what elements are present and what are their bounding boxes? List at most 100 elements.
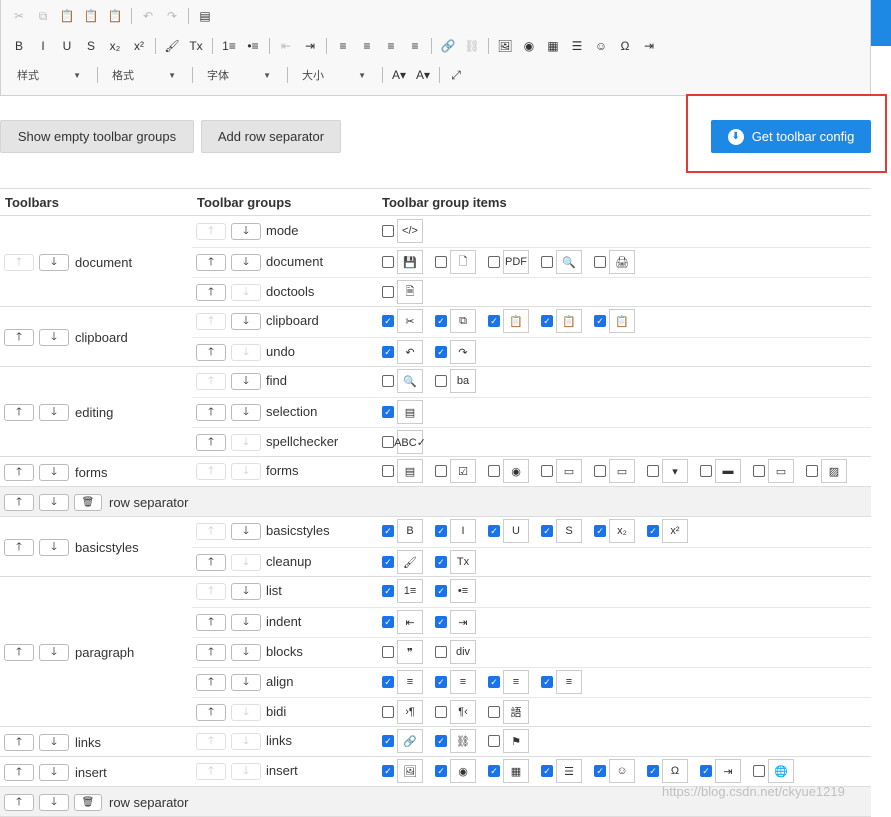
item-checkbox[interactable] [382, 646, 394, 658]
item-checkbox[interactable]: ✓ [382, 346, 394, 358]
item-checkbox[interactable]: ✓ [435, 616, 447, 628]
image-button[interactable]: 🖼 [493, 35, 517, 57]
item-checkbox[interactable] [435, 646, 447, 658]
item-checkbox[interactable] [488, 465, 500, 477]
item-checkbox[interactable] [488, 735, 500, 747]
item-checkbox[interactable]: ✓ [382, 585, 394, 597]
combo-0[interactable]: 样式 ▼ [7, 64, 87, 86]
item-checkbox[interactable]: ✓ [594, 315, 606, 327]
item-checkbox[interactable]: ✓ [435, 735, 447, 747]
move-up-button[interactable]: 🡑 [196, 254, 226, 271]
bulleted-list-button[interactable]: •≡ [241, 35, 265, 57]
move-down-button[interactable]: 🡓 [231, 223, 261, 240]
flash-button[interactable]: ◉ [517, 35, 541, 57]
item-checkbox[interactable]: ✓ [435, 676, 447, 688]
bold-button[interactable]: B [7, 35, 31, 57]
remove-format-button[interactable]: Tx [184, 35, 208, 57]
move-down-button[interactable]: 🡓 [231, 644, 261, 661]
item-checkbox[interactable]: ✓ [488, 525, 500, 537]
move-up-button[interactable]: 🡑 [196, 404, 226, 421]
item-checkbox[interactable] [594, 256, 606, 268]
paste-text-button[interactable]: 📋 [79, 5, 103, 27]
strike-button[interactable]: S [79, 35, 103, 57]
item-checkbox[interactable] [382, 465, 394, 477]
justify-button[interactable]: ≡ [403, 35, 427, 57]
move-down-button[interactable]: 🡓 [39, 403, 69, 421]
item-checkbox[interactable]: ✓ [435, 346, 447, 358]
delete-icon[interactable]: 🗑 [74, 793, 102, 811]
item-checkbox[interactable]: ✓ [488, 765, 500, 777]
move-up-button[interactable]: 🡑 [196, 674, 226, 691]
item-checkbox[interactable] [488, 706, 500, 718]
superscript-button[interactable]: x² [127, 35, 151, 57]
move-up-button[interactable]: 🡑 [196, 614, 226, 631]
move-up-button[interactable]: 🡑 [4, 403, 34, 421]
move-down-button[interactable]: 🡓 [231, 404, 261, 421]
item-checkbox[interactable]: ✓ [541, 315, 553, 327]
cut-button[interactable]: ✂ [7, 5, 31, 27]
numbered-list-button[interactable]: 1≡ [217, 35, 241, 57]
item-checkbox[interactable] [435, 256, 447, 268]
item-checkbox[interactable]: ✓ [541, 525, 553, 537]
item-checkbox[interactable] [382, 375, 394, 387]
move-up-button[interactable]: 🡑 [196, 704, 226, 721]
move-down-button[interactable]: 🡓 [231, 614, 261, 631]
move-up-button[interactable]: 🡑 [4, 643, 34, 661]
item-checkbox[interactable] [647, 465, 659, 477]
item-checkbox[interactable] [806, 465, 818, 477]
move-down-button[interactable]: 🡓 [39, 538, 69, 556]
underline-button[interactable]: U [55, 35, 79, 57]
paste-button[interactable]: 📋 [55, 5, 79, 27]
indent-button[interactable]: ⇥ [298, 35, 322, 57]
select-all-button[interactable]: ▤ [193, 5, 217, 27]
item-checkbox[interactable] [700, 465, 712, 477]
text-color-button[interactable]: A▾ [387, 64, 411, 86]
item-checkbox[interactable]: ✓ [382, 406, 394, 418]
item-checkbox[interactable] [382, 225, 394, 237]
subscript-button[interactable]: x₂ [103, 35, 127, 57]
item-checkbox[interactable]: ✓ [382, 525, 394, 537]
item-checkbox[interactable] [488, 256, 500, 268]
special-char-button[interactable]: Ω [613, 35, 637, 57]
item-checkbox[interactable]: ✓ [382, 676, 394, 688]
italic-button[interactable]: I [31, 35, 55, 57]
move-up-button[interactable]: 🡑 [4, 493, 34, 511]
item-checkbox[interactable] [753, 465, 765, 477]
item-checkbox[interactable]: ✓ [382, 556, 394, 568]
move-up-button[interactable]: 🡑 [4, 793, 34, 811]
item-checkbox[interactable] [541, 465, 553, 477]
smiley-button[interactable]: ☺ [589, 35, 613, 57]
align-center-button[interactable]: ≡ [355, 35, 379, 57]
hr-button[interactable]: ☰ [565, 35, 589, 57]
item-checkbox[interactable] [382, 706, 394, 718]
item-checkbox[interactable] [753, 765, 765, 777]
add-row-separator-button[interactable]: Add row separator [201, 120, 341, 153]
table-button[interactable]: ▦ [541, 35, 565, 57]
delete-icon[interactable]: 🗑 [74, 493, 102, 511]
item-checkbox[interactable]: ✓ [435, 556, 447, 568]
combo-3[interactable]: 大小 ▼ [292, 64, 372, 86]
item-checkbox[interactable]: ✓ [382, 765, 394, 777]
item-checkbox[interactable]: ✓ [488, 315, 500, 327]
move-down-button[interactable]: 🡓 [231, 254, 261, 271]
item-checkbox[interactable]: ✓ [541, 676, 553, 688]
item-checkbox[interactable]: ✓ [594, 525, 606, 537]
item-checkbox[interactable]: ✓ [488, 676, 500, 688]
item-checkbox[interactable]: ✓ [382, 315, 394, 327]
show-empty-groups-button[interactable]: Show empty toolbar groups [0, 120, 194, 153]
move-up-button[interactable]: 🡑 [196, 344, 226, 361]
move-down-button[interactable]: 🡓 [231, 373, 261, 390]
item-checkbox[interactable]: ✓ [435, 585, 447, 597]
move-down-button[interactable]: 🡓 [39, 793, 69, 811]
unlink-button[interactable]: ⛓ [460, 35, 484, 57]
move-up-button[interactable]: 🡑 [196, 284, 226, 301]
paste-word-button[interactable]: 📋 [103, 5, 127, 27]
move-down-button[interactable]: 🡓 [39, 763, 69, 781]
item-checkbox[interactable]: ✓ [700, 765, 712, 777]
item-checkbox[interactable] [541, 256, 553, 268]
move-up-button[interactable]: 🡑 [196, 434, 226, 451]
align-right-button[interactable]: ≡ [379, 35, 403, 57]
page-break-button[interactable]: ⇥ [637, 35, 661, 57]
move-up-button[interactable]: 🡑 [4, 763, 34, 781]
undo-button[interactable]: ↶ [136, 5, 160, 27]
